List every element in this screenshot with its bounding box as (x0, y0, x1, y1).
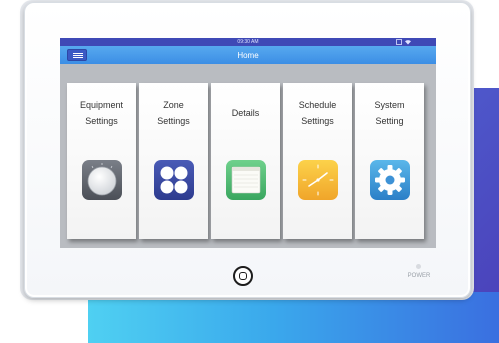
dial-knob-icon (81, 159, 123, 201)
tile-label: Equipment Settings (79, 100, 124, 126)
title-bar: Home (60, 46, 436, 64)
tile-label: Zone Settings (157, 100, 190, 126)
four-dots-grid-icon (153, 159, 195, 201)
tile-label: Schedule Settings (298, 100, 337, 126)
hamburger-menu-icon[interactable] (67, 49, 87, 61)
page-title: Home (237, 50, 259, 60)
tile-details[interactable]: Details (211, 83, 280, 239)
tile-zone-settings[interactable]: Zone Settings (139, 83, 208, 239)
home-button-icon[interactable] (233, 266, 253, 286)
power-led-icon (416, 264, 421, 269)
battery-wifi-icon (396, 39, 411, 45)
tile-schedule-settings[interactable]: Schedule Settings (283, 83, 352, 239)
tile-label: Details (231, 108, 260, 118)
power-label: POWER (407, 273, 431, 279)
tile-system-setting[interactable]: System Setting (355, 83, 424, 239)
tile-label: System Setting (374, 100, 405, 126)
clock-icon (297, 159, 339, 201)
touch-screen: 09:30 AM Home Equipment Settings Zone Se… (60, 38, 436, 248)
status-bar: 09:30 AM (60, 38, 436, 46)
status-time: 09:30 AM (237, 39, 259, 45)
document-window-icon (225, 159, 267, 201)
gear-icon (369, 159, 411, 201)
tile-equipment-settings[interactable]: Equipment Settings (67, 83, 136, 239)
